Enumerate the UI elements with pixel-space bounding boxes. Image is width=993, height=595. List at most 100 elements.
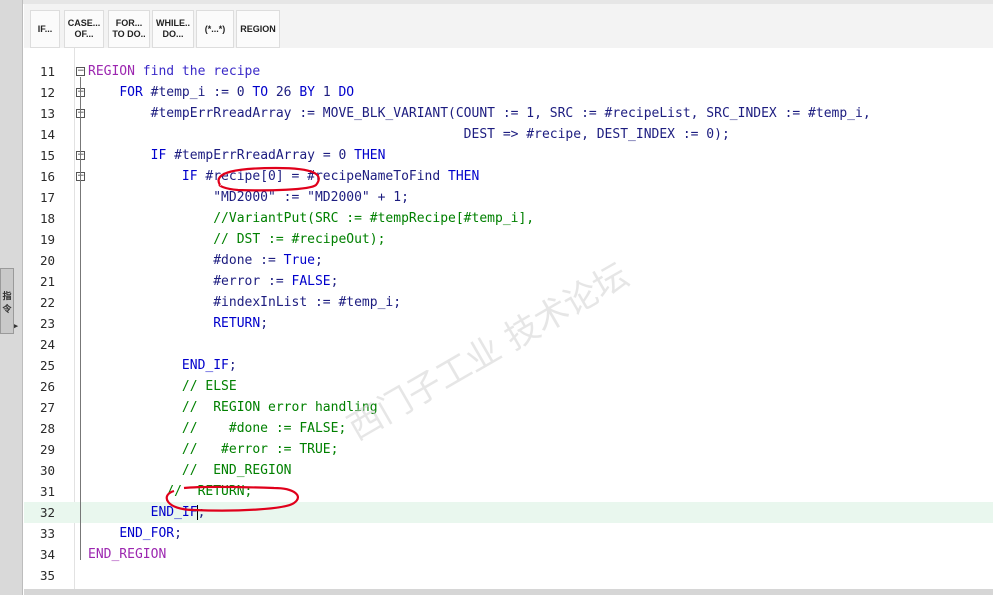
code-text: IF #tempErrRreadArray = 0 THEN xyxy=(88,148,386,163)
code-text: // #error := TRUE; xyxy=(88,442,339,457)
code-line[interactable]: 34 END_REGION xyxy=(24,544,993,565)
code-token: True xyxy=(283,253,315,268)
code-line[interactable]: 15 IF #tempErrRreadArray = 0 THEN xyxy=(24,145,993,166)
code-token: TO xyxy=(252,85,269,100)
left-collapsed-panel: 指令 ▶ xyxy=(0,0,23,595)
code-line[interactable]: 27 // REGION error handling xyxy=(24,397,993,418)
code-line[interactable]: 21 #error := FALSE; xyxy=(24,271,993,292)
code-line[interactable]: 19 // DST := #recipeOut); xyxy=(24,229,993,250)
code-line[interactable]: 32 END_IF; xyxy=(24,502,993,523)
button-label: OF... xyxy=(74,29,94,39)
code-token: find the recipe xyxy=(134,64,261,79)
code-line[interactable]: 35 xyxy=(24,565,993,586)
code-text: FOR #temp_i := 0 TO 26 BY 1 DO xyxy=(88,85,354,100)
code-token: // RETURN; xyxy=(88,484,253,499)
code-line[interactable]: 12 FOR #temp_i := 0 TO 26 BY 1 DO xyxy=(24,82,993,103)
button-label: FOR... xyxy=(115,18,143,28)
code-text: // ELSE xyxy=(88,379,237,394)
code-line[interactable]: 11 REGION find the recipe xyxy=(24,61,993,82)
code-text: END_IF; xyxy=(88,505,206,520)
code-text: END_REGION xyxy=(88,547,166,562)
insert-if-button[interactable]: IF... xyxy=(30,10,60,48)
line-number: 25 xyxy=(40,358,56,373)
button-label: WHILE.. xyxy=(156,18,190,28)
code-line[interactable]: 29 // #error := TRUE; xyxy=(24,439,993,460)
line-number: 13 xyxy=(40,106,56,121)
code-token: "MD2000" := "MD2000" + 1; xyxy=(88,190,409,205)
code-token: END_IF xyxy=(181,358,229,373)
code-text: // DST := #recipeOut); xyxy=(88,232,385,247)
code-text: #indexInList := #temp_i; xyxy=(88,295,401,310)
code-token: // #error := TRUE; xyxy=(88,442,339,457)
button-label: DO... xyxy=(162,29,184,39)
insert-for-button[interactable]: FOR... TO DO.. xyxy=(108,10,150,48)
code-line[interactable]: 30 // END_REGION xyxy=(24,460,993,481)
expand-arrow-icon[interactable]: ▶ xyxy=(14,322,18,330)
line-number: 15 xyxy=(40,148,56,163)
fold-toggle-icon[interactable]: − xyxy=(76,87,86,99)
code-token: DO xyxy=(338,85,355,100)
code-line[interactable]: 26 // ELSE xyxy=(24,376,993,397)
line-number: 17 xyxy=(40,190,56,205)
code-token: END_IF xyxy=(150,505,198,520)
code-token: DEST => #recipe, DEST_INDEX := 0); xyxy=(88,127,730,142)
code-text: REGION find the recipe xyxy=(88,64,260,79)
code-line[interactable]: 18 //VariantPut(SRC := #tempRecipe[#temp… xyxy=(24,208,993,229)
line-number: 35 xyxy=(40,568,56,583)
code-token: IF xyxy=(150,148,167,163)
code-token: FOR xyxy=(119,85,143,100)
code-line[interactable]: 16 IF #recipe[0] = #recipeNameToFind THE… xyxy=(24,166,993,187)
code-line[interactable]: 17 "MD2000" := "MD2000" + 1; xyxy=(24,187,993,208)
code-line[interactable]: 28 // #done := FALSE; xyxy=(24,418,993,439)
code-token: ; xyxy=(228,358,237,373)
code-line[interactable]: 13 #tempErrRreadArray := MOVE_BLK_VARIAN… xyxy=(24,103,993,124)
fold-toggle-icon[interactable]: − xyxy=(76,66,86,78)
line-number: 22 xyxy=(40,295,56,310)
insert-case-button[interactable]: CASE... OF... xyxy=(64,10,104,48)
line-number: 27 xyxy=(40,400,56,415)
insert-while-button[interactable]: WHILE.. DO... xyxy=(152,10,194,48)
code-token: // ELSE xyxy=(88,379,237,394)
line-number: 31 xyxy=(40,484,56,499)
fold-toggle-icon[interactable]: − xyxy=(76,108,86,120)
code-token: #tempErrRreadArray := MOVE_BLK_VARIANT(C… xyxy=(88,106,871,121)
fold-guide-line xyxy=(80,77,81,560)
fold-toggle-icon[interactable]: − xyxy=(76,171,86,183)
button-label: CASE... xyxy=(67,18,101,28)
code-token: #error := xyxy=(88,274,292,289)
code-token: ; xyxy=(260,316,269,331)
code-editor[interactable]: 11 REGION find the recipe 12 FOR #temp_i :… xyxy=(24,48,993,595)
code-line[interactable]: 31 // RETURN; xyxy=(24,481,993,502)
line-number: 26 xyxy=(40,379,56,394)
code-line[interactable]: 33 END_FOR; xyxy=(24,523,993,544)
code-text: DEST => #recipe, DEST_INDEX := 0); xyxy=(88,127,730,142)
line-number: 20 xyxy=(40,253,56,268)
insert-region-button[interactable]: REGION xyxy=(236,10,280,48)
instructions-side-tab[interactable]: 指令 xyxy=(0,268,14,334)
code-token: #temp_i := 0 xyxy=(142,85,253,100)
code-token: BY xyxy=(299,85,315,100)
line-number: 12 xyxy=(40,85,56,100)
code-line[interactable]: 20 #done := True; xyxy=(24,250,993,271)
text-caret xyxy=(197,505,199,520)
fold-toggle-icon[interactable]: − xyxy=(76,150,86,162)
code-token: // REGION error handling xyxy=(88,400,378,415)
line-number: 21 xyxy=(40,274,56,289)
collapse-box-icon: − xyxy=(76,66,85,76)
code-token: ; xyxy=(174,526,182,541)
bottom-scrollbar[interactable] xyxy=(24,589,993,595)
code-token: ; xyxy=(330,274,339,289)
code-token: IF xyxy=(181,169,198,184)
insert-comment-button[interactable]: (*...*) xyxy=(196,10,234,48)
code-token: #tempErrRreadArray = 0 xyxy=(166,148,355,163)
code-token: REGION xyxy=(88,64,135,79)
code-text: // #done := FALSE; xyxy=(88,421,346,436)
code-token: #indexInList := #temp_i; xyxy=(88,295,402,310)
line-number: 34 xyxy=(40,547,56,562)
code-line[interactable]: 14 DEST => #recipe, DEST_INDEX := 0); xyxy=(24,124,993,145)
code-text: END_IF; xyxy=(88,358,237,373)
code-token: 26 xyxy=(268,85,300,100)
